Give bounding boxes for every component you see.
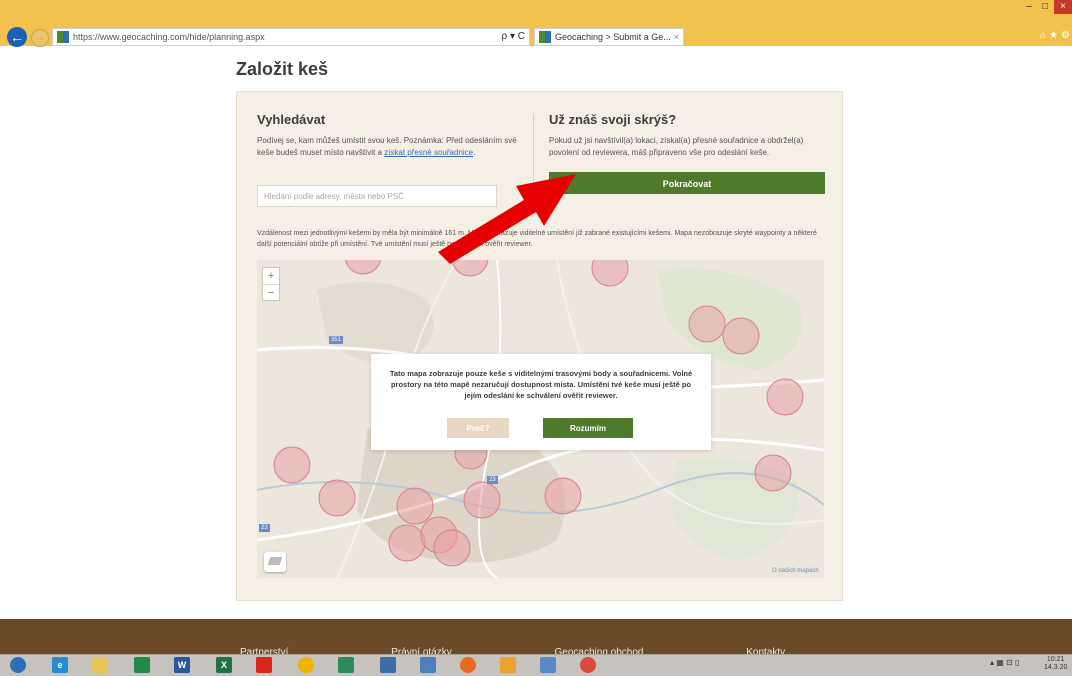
store-icon[interactable]	[134, 657, 150, 673]
coordinates-link[interactable]: získat přesné souřadnice	[384, 148, 473, 157]
cache-circle	[388, 524, 426, 562]
tab-favicon-icon	[539, 31, 551, 43]
cache-circle	[344, 260, 382, 275]
cache-circle	[318, 479, 356, 517]
calculator-icon[interactable]	[338, 657, 354, 673]
cache-circle	[688, 305, 726, 343]
why-button[interactable]: Proč?	[447, 418, 509, 438]
start-button-icon[interactable]	[10, 657, 26, 673]
word-icon[interactable]: W	[174, 657, 190, 673]
windows-taskbar: e W X ▴ ▦ ⊡ ▯ 10:21 14.3.20	[0, 654, 1072, 676]
screen-app-icon[interactable]	[380, 657, 396, 673]
address-bar[interactable]: https://www.geocaching.com/hide/planning…	[52, 28, 530, 46]
map-info-modal: Tato mapa zobrazuje pouze keše s viditel…	[371, 354, 711, 450]
layers-icon[interactable]	[264, 552, 286, 572]
cache-circle	[766, 378, 804, 416]
browser-toolbar-icons[interactable]: ⌂★⚙	[1040, 30, 1072, 41]
address-tools[interactable]: ρ ▾ C	[502, 29, 526, 45]
taskbar-clock[interactable]: 10:21 14.3.20	[1044, 656, 1067, 672]
cache-circle	[722, 317, 760, 355]
annotation-arrow-icon	[438, 174, 576, 264]
search-description-end: .	[473, 148, 476, 157]
image-app-icon[interactable]	[540, 657, 556, 673]
modal-message: Tato mapa zobrazuje pouze keše s viditel…	[389, 369, 693, 400]
forward-arrow-icon[interactable]: →	[31, 29, 49, 47]
file-explorer-icon[interactable]	[92, 657, 108, 673]
zoom-out-button[interactable]: −	[263, 285, 279, 301]
geocaching-favicon-icon	[57, 31, 69, 43]
search-description: Podívej se, kam můžeš umístit svou keš. …	[257, 135, 522, 159]
home-icon[interactable]: ⌂	[1040, 30, 1049, 41]
system-tray-icons[interactable]: ▴ ▦ ⊡ ▯	[990, 658, 1019, 667]
cache-circle	[463, 481, 501, 519]
known-location-column: Už znáš svoji skrýš? Pokud už jsi navští…	[549, 112, 827, 159]
cache-circle	[273, 446, 311, 484]
chrome-icon[interactable]	[298, 657, 314, 673]
known-location-description: Pokud už jsi navštívil(a) lokaci, získal…	[549, 136, 804, 157]
cache-circle	[754, 454, 792, 492]
road-number-label: 23	[487, 476, 498, 484]
paint-icon[interactable]	[500, 657, 516, 673]
tab-close-icon[interactable]: ×	[674, 29, 679, 45]
continue-button[interactable]: Pokračovat	[549, 172, 825, 194]
picasa-icon[interactable]	[580, 657, 596, 673]
address-url: https://www.geocaching.com/hide/planning…	[73, 32, 265, 42]
search-heading: Vyhledávat	[257, 112, 326, 127]
cache-circle	[396, 487, 434, 525]
site-footer: Partnerství Právní otázky Geocaching obc…	[0, 619, 1072, 658]
firefox-icon[interactable]	[460, 657, 476, 673]
search-column: Vyhledávat Podívej se, kam můžeš umístit…	[257, 112, 522, 159]
annotation-arrow-shape	[438, 174, 576, 264]
cache-circle	[544, 477, 582, 515]
known-location-heading: Už znáš svoji skrýš?	[549, 112, 677, 127]
browser-chrome: ← → https://www.geocaching.com/hide/plan…	[0, 0, 1072, 47]
window-close-button[interactable]: ×	[1054, 0, 1072, 14]
zoom-control: + −	[262, 267, 280, 301]
understand-button[interactable]: Rozumím	[543, 418, 633, 438]
cache-circle	[591, 260, 629, 287]
cache-map[interactable]: 351 23 23 + − O našich mapách Tato mapa …	[257, 260, 824, 578]
settings-gear-icon[interactable]: ⚙	[1061, 30, 1072, 41]
page-title: Založit keš	[236, 59, 329, 79]
photo-viewer-icon[interactable]	[420, 657, 436, 673]
zoom-in-button[interactable]: +	[263, 268, 279, 285]
road-number-label: 23	[259, 524, 270, 532]
internet-explorer-icon[interactable]: e	[52, 657, 68, 673]
browser-tab[interactable]: Geocaching > Submit a Ge... ×	[534, 28, 684, 46]
pdf-reader-icon[interactable]	[256, 657, 272, 673]
back-arrow-icon[interactable]: ←	[7, 27, 27, 47]
favorites-star-icon[interactable]: ★	[1049, 30, 1061, 41]
excel-icon[interactable]: X	[216, 657, 232, 673]
road-number-label: 351	[329, 336, 344, 344]
clock-date: 14.3.20	[1044, 664, 1068, 671]
window-minimize-button[interactable]: –	[1022, 0, 1036, 14]
cache-circle	[433, 529, 471, 567]
tab-title: Geocaching > Submit a Ge...	[555, 32, 671, 42]
clock-time: 10:21	[1046, 656, 1065, 663]
map-credit-link[interactable]: O našich mapách	[772, 568, 819, 574]
window-maximize-button[interactable]: □	[1038, 0, 1052, 14]
